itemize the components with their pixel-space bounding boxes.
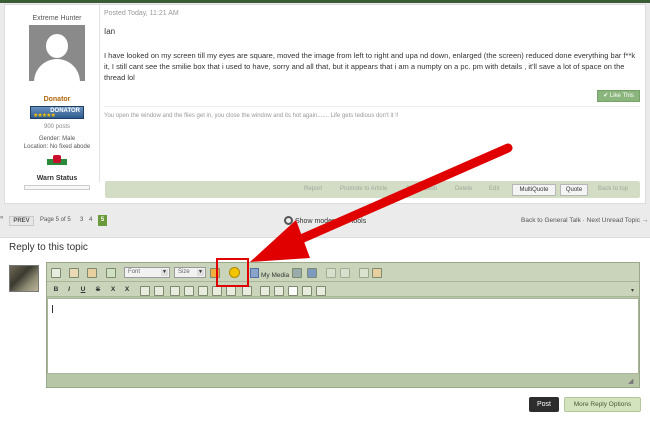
horizontal-rule-icon[interactable]	[316, 286, 326, 296]
quote-block-icon[interactable]	[198, 286, 208, 296]
align-right-icon[interactable]	[288, 286, 298, 296]
source-icon[interactable]	[51, 268, 61, 278]
reply-textarea[interactable]	[47, 298, 639, 374]
report-link[interactable]: Report	[304, 185, 322, 194]
numbered-list-icon[interactable]	[154, 286, 164, 296]
copy-icon[interactable]	[359, 268, 369, 278]
align-justify-icon[interactable]	[302, 286, 312, 296]
donator-rank-badge: ★★★★★ DONATOR	[30, 106, 84, 119]
clipboard-icon[interactable]	[372, 268, 382, 278]
eraser-icon[interactable]	[69, 268, 79, 278]
topic-navigation[interactable]: Back to General Talk · Next Unread Topic…	[521, 217, 648, 224]
moderation-link[interactable]: Moderation	[407, 185, 437, 194]
editor-toolbar-format	[47, 282, 639, 297]
post-signature: You open the window and the flies get in…	[104, 113, 399, 119]
my-media-button[interactable]: My Media	[250, 268, 289, 279]
page-label: Page 5 of 5	[40, 217, 71, 223]
toolbar-collapse-icon[interactable]: ▾	[631, 287, 634, 294]
text-caret	[52, 305, 53, 313]
page-link-4[interactable]: 4	[89, 217, 92, 223]
post-button[interactable]: Post	[529, 397, 559, 412]
page-link-3[interactable]: 3	[80, 217, 83, 223]
mod-tools-toggle[interactable]: Show moderation tools	[284, 216, 366, 225]
author-name[interactable]: Extreme Hunter	[17, 15, 97, 25]
pagination-bar: « PREV Page 5 of 5 3 4 5 Show moderation…	[0, 215, 650, 229]
subscript-button[interactable]: X	[108, 285, 118, 295]
smiley-highlight-box	[216, 258, 249, 287]
link-icon[interactable]	[307, 268, 317, 278]
user-avatar	[9, 265, 39, 292]
spellcheck-icon[interactable]	[106, 268, 116, 278]
outdent-icon[interactable]	[184, 286, 194, 296]
align-left-icon[interactable]	[260, 286, 270, 296]
gear-icon	[284, 216, 293, 225]
author-avatar[interactable]	[29, 25, 85, 81]
warn-status-label: Warn Status	[36, 175, 78, 182]
indent-icon[interactable]	[170, 286, 180, 296]
warn-status-bar	[24, 185, 90, 190]
more-reply-options-button[interactable]: More Reply Options	[564, 397, 641, 412]
current-page: 5	[98, 215, 107, 226]
like-button[interactable]: ✔ Like This	[597, 90, 640, 102]
paste-icon[interactable]	[87, 268, 97, 278]
superscript-button[interactable]: X	[122, 285, 132, 295]
quote-button[interactable]: Quote	[560, 184, 588, 196]
author-group: Donator	[43, 96, 71, 103]
undo-icon[interactable]	[326, 268, 336, 278]
code-block-icon[interactable]	[212, 286, 222, 296]
font-select[interactable]: Font ▼	[124, 267, 170, 278]
italic-button[interactable]: I	[64, 285, 74, 295]
redo-icon[interactable]	[340, 268, 350, 278]
rank-stars-icon: ★★★★★	[33, 113, 56, 119]
spoiler-icon[interactable]	[226, 286, 236, 296]
multiquote-button[interactable]: MultiQuote	[512, 184, 556, 196]
wales-flag-icon	[47, 153, 67, 165]
align-center-icon[interactable]	[274, 286, 284, 296]
post-body: I have looked on my screen till my eyes …	[104, 51, 636, 82]
bold-button[interactable]: B	[51, 285, 61, 295]
back-to-top-link[interactable]: Back to top	[598, 185, 628, 194]
author-location: Location: No fixed abode	[23, 144, 91, 150]
strike-button[interactable]: S	[93, 285, 103, 295]
signature-divider	[104, 106, 640, 107]
reply-title: Reply to this topic	[9, 242, 88, 253]
post-timestamp: Posted Today, 11:21 AM	[104, 10, 179, 17]
forum-post: Extreme Hunter Donator ★★★★★ DONATOR 900 …	[4, 4, 646, 204]
post-author-panel: Extreme Hunter Donator ★★★★★ DONATOR 900 …	[17, 15, 97, 190]
promote-link[interactable]: Promote to Article	[340, 185, 387, 194]
top-accent-bar	[0, 0, 650, 3]
author-post-count: 900 posts	[43, 124, 71, 130]
author-gender: Gender: Male	[38, 136, 76, 142]
underline-button[interactable]: U	[78, 285, 88, 295]
image-icon[interactable]	[292, 268, 302, 278]
table-icon[interactable]	[242, 286, 252, 296]
size-select[interactable]: Size ▼	[174, 267, 206, 278]
prev-page-button[interactable]: PREV	[9, 216, 34, 226]
delete-link[interactable]: Delete	[455, 185, 472, 194]
prev-arrow-icon[interactable]: «	[0, 215, 3, 221]
edit-link[interactable]: Edit	[489, 185, 499, 194]
resize-handle-icon[interactable]: ◢	[628, 378, 636, 386]
post-greeting: Ian	[104, 27, 116, 36]
post-divider	[99, 4, 100, 182]
bullet-list-icon[interactable]	[140, 286, 150, 296]
